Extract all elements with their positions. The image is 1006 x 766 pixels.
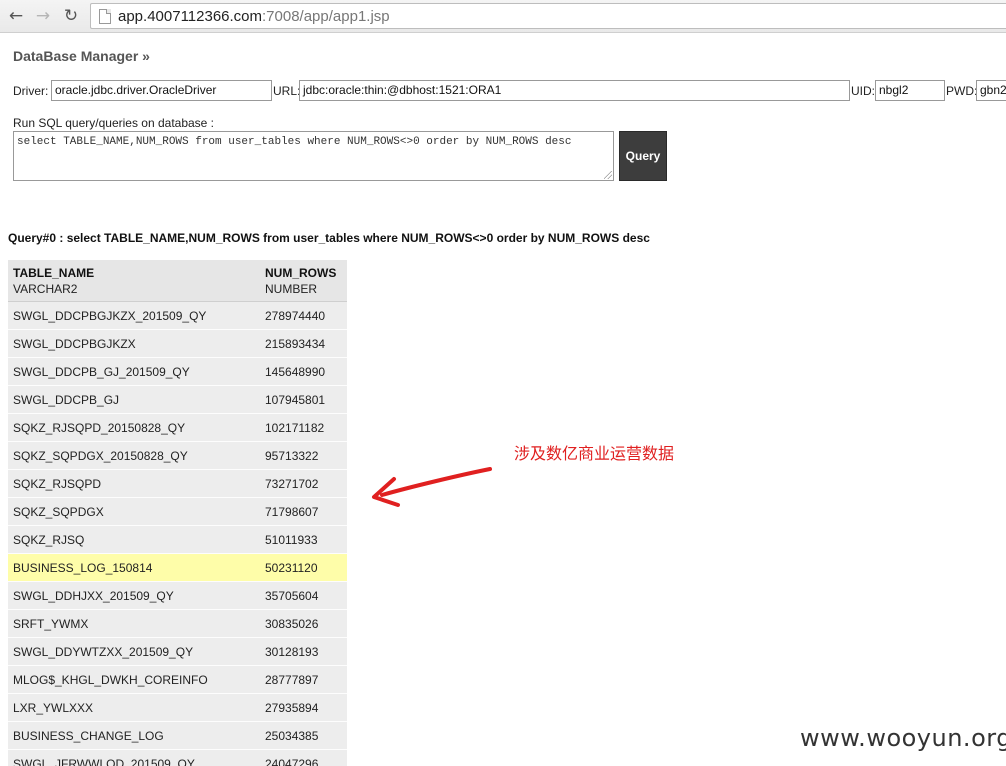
uid-field[interactable]: nbgl2: [875, 80, 945, 101]
table-row: MLOG$_KHGL_DWKH_COREINFO 28777897: [8, 666, 347, 694]
cell-table-name: SWGL_DDCPB_GJ_201509_QY: [13, 365, 190, 379]
column-name: NUM_ROWS: [265, 266, 337, 280]
table-row: SWGL_DDCPB_GJ_201509_QY 145648990: [8, 358, 347, 386]
column-type: NUMBER: [265, 282, 318, 296]
cell-num-rows: 35705604: [265, 589, 319, 603]
reload-icon[interactable]: ↻: [60, 5, 82, 27]
column-name: TABLE_NAME: [13, 266, 95, 280]
cell-num-rows: 102171182: [265, 421, 325, 435]
cell-num-rows: 278974440: [265, 309, 326, 323]
query-heading: Query#0 : select TABLE_NAME,NUM_ROWS fro…: [8, 231, 650, 245]
cell-table-name: SWGL_DDCPBGJKZX_201509_QY: [13, 309, 207, 323]
uid-label: UID:: [851, 84, 875, 98]
cell-table-name: SQKZ_RJSQPD_20150828_QY: [13, 421, 186, 435]
sql-textarea[interactable]: select TABLE_NAME,NUM_ROWS from user_tab…: [13, 131, 614, 181]
cell-table-name: SQKZ_SQPDGX: [13, 505, 104, 519]
table-row: BUSINESS_LOG_150814 50231120: [8, 554, 347, 582]
cell-table-name: BUSINESS_CHANGE_LOG: [13, 729, 164, 743]
cell-num-rows: 24047296: [265, 757, 319, 766]
cell-num-rows: 95713322: [265, 449, 319, 463]
driver-field[interactable]: oracle.jdbc.driver.OracleDriver: [51, 80, 272, 101]
query-button[interactable]: Query: [619, 131, 667, 181]
results-table: TABLE_NAME VARCHAR2 NUM_ROWS NUMBER SWGL…: [8, 260, 347, 766]
cell-table-name: SWGL_DDYWTZXX_201509_QY: [13, 645, 194, 659]
table-row: SQKZ_RJSQ 51011933: [8, 526, 347, 554]
cell-table-name: MLOG$_KHGL_DWKH_COREINFO: [13, 673, 208, 687]
column-type: VARCHAR2: [13, 282, 78, 296]
cell-table-name: BUSINESS_LOG_150814: [13, 561, 153, 575]
resize-handle-icon[interactable]: [604, 171, 612, 179]
pwd-field[interactable]: gbn2: [976, 80, 1006, 101]
cell-num-rows: 51011933: [265, 533, 318, 547]
cell-num-rows: 30128193: [265, 645, 319, 659]
cell-table-name: SQKZ_RJSQPD: [13, 477, 102, 491]
forward-icon[interactable]: →: [32, 5, 54, 27]
back-icon[interactable]: ←: [5, 5, 27, 27]
table-row: BUSINESS_CHANGE_LOG 25034385: [8, 722, 347, 750]
cell-table-name: SWGL_DDHJXX_201509_QY: [13, 589, 174, 603]
cell-num-rows: 71798607: [265, 505, 319, 519]
url-text: app.4007112366.com:7008/app/app1.jsp: [118, 8, 390, 25]
cell-table-name: SQKZ_RJSQ: [13, 533, 85, 547]
cell-num-rows: 145648990: [265, 365, 326, 379]
cell-table-name: SWGL_DDCPB_GJ: [13, 393, 120, 407]
address-bar[interactable]: app.4007112366.com:7008/app/app1.jsp: [90, 3, 1006, 29]
table-header: TABLE_NAME VARCHAR2 NUM_ROWS NUMBER: [8, 260, 347, 302]
cell-table-name: SWGL_JFRWWLOD_201509_QY: [13, 757, 195, 766]
cell-num-rows: 50231120: [265, 561, 318, 575]
red-arrow-icon: [372, 467, 492, 507]
table-row: SWGL_DDCPBGJKZX_201509_QY 278974440: [8, 302, 347, 330]
sql-text: select TABLE_NAME,NUM_ROWS from user_tab…: [17, 136, 572, 148]
table-row: SQKZ_RJSQPD_20150828_QY 102171182: [8, 414, 347, 442]
table-body: SWGL_DDCPBGJKZX_201509_QY 278974440 SWGL_D…: [8, 302, 347, 766]
sql-label: Run SQL query/queries on database :: [13, 116, 215, 130]
url-field[interactable]: jdbc:oracle:thin:@dbhost:1521:ORA1: [299, 80, 850, 101]
cell-num-rows: 25034385: [265, 729, 319, 743]
cell-num-rows: 28777897: [265, 673, 319, 687]
watermark: www.wooyun.org: [800, 724, 1006, 752]
browser-toolbar: ← → ↻ app.4007112366.com:7008/app/app1.j…: [0, 0, 1006, 33]
url-host: app.4007112366.com: [118, 8, 263, 25]
annotation-text: 涉及数亿商业运营数据: [514, 444, 675, 463]
column-num-rows: NUM_ROWS NUMBER: [265, 265, 336, 297]
cell-table-name: LXR_YWLXXX: [13, 701, 94, 715]
table-row: SQKZ_SQPDGX_20150828_QY 95713322: [8, 442, 347, 470]
page-icon: [99, 9, 111, 24]
column-table-name: TABLE_NAME VARCHAR2: [13, 265, 94, 297]
page-title: DataBase Manager »: [13, 48, 150, 64]
cell-num-rows: 27935894: [265, 701, 319, 715]
table-row: SRFT_YWMX 30835026: [8, 610, 347, 638]
cell-num-rows: 107945801: [265, 393, 326, 407]
cell-num-rows: 30835026: [265, 617, 319, 631]
cell-table-name: SWGL_DDCPBGJKZX: [13, 337, 136, 351]
url-label: URL:: [273, 84, 301, 98]
pwd-label: PWD:: [946, 84, 978, 98]
table-row: SWGL_DDHJXX_201509_QY 35705604: [8, 582, 347, 610]
url-path: :7008/app/app1.jsp: [262, 8, 390, 25]
table-row: LXR_YWLXXX 27935894: [8, 694, 347, 722]
table-row: SWGL_DDCPB_GJ 107945801: [8, 386, 347, 414]
table-row: SQKZ_SQPDGX 71798607: [8, 498, 347, 526]
cell-num-rows: 215893434: [265, 337, 326, 351]
driver-label: Driver:: [13, 84, 49, 98]
table-row: SWGL_DDCPBGJKZX 215893434: [8, 330, 347, 358]
table-row: SWGL_DDYWTZXX_201509_QY 30128193: [8, 638, 347, 666]
table-row: SQKZ_RJSQPD 73271702: [8, 470, 347, 498]
table-row: SWGL_JFRWWLOD_201509_QY 24047296: [8, 750, 347, 766]
cell-table-name: SQKZ_SQPDGX_20150828_QY: [13, 449, 188, 463]
cell-num-rows: 73271702: [265, 477, 319, 491]
cell-table-name: SRFT_YWMX: [13, 617, 89, 631]
